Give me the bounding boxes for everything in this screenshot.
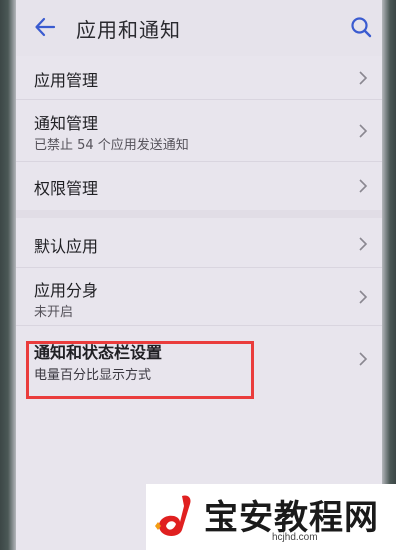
item-label: 默认应用 [34,237,99,256]
phone-frame: 应用和通知 应用管理 通知管理 已禁止 54 个应用发送通知 权限管理 默认应用… [0,0,396,550]
list-item-default-apps[interactable]: 默认应用 [16,218,382,268]
item-label: 应用分身 [34,281,99,300]
item-label: 应用管理 [34,71,99,90]
list-item-permission-management[interactable]: 权限管理 [16,162,382,210]
search-icon[interactable] [350,16,372,38]
chevron-right-icon [359,179,368,193]
section-divider [16,210,382,218]
chevron-right-icon [359,352,368,366]
chevron-right-icon [359,237,368,251]
settings-screen: 应用和通知 应用管理 通知管理 已禁止 54 个应用发送通知 权限管理 默认应用… [16,0,382,550]
item-label: 通知管理 [34,114,99,133]
chevron-right-icon [359,124,368,138]
list-item-notification-management[interactable]: 通知管理 已禁止 54 个应用发送通知 [16,100,382,162]
back-arrow-icon[interactable] [34,16,56,38]
item-subtitle: 未开启 [34,305,74,320]
highlight-annotation-box [26,341,254,399]
list-item-app-twin[interactable]: 应用分身 未开启 [16,268,382,326]
item-subtitle: 已禁止 54 个应用发送通知 [34,138,189,153]
watermark-banner: 宝安教程网 hcjhd.com [146,484,396,550]
list-item-app-management[interactable]: 应用管理 [16,56,382,100]
site-logo-icon [155,495,191,536]
page-title: 应用和通知 [76,18,181,42]
item-label: 权限管理 [34,179,99,198]
chevron-right-icon [359,290,368,304]
chevron-right-icon [359,71,368,85]
watermark-domain: hcjhd.com [272,532,318,543]
app-bar: 应用和通知 [16,0,382,56]
